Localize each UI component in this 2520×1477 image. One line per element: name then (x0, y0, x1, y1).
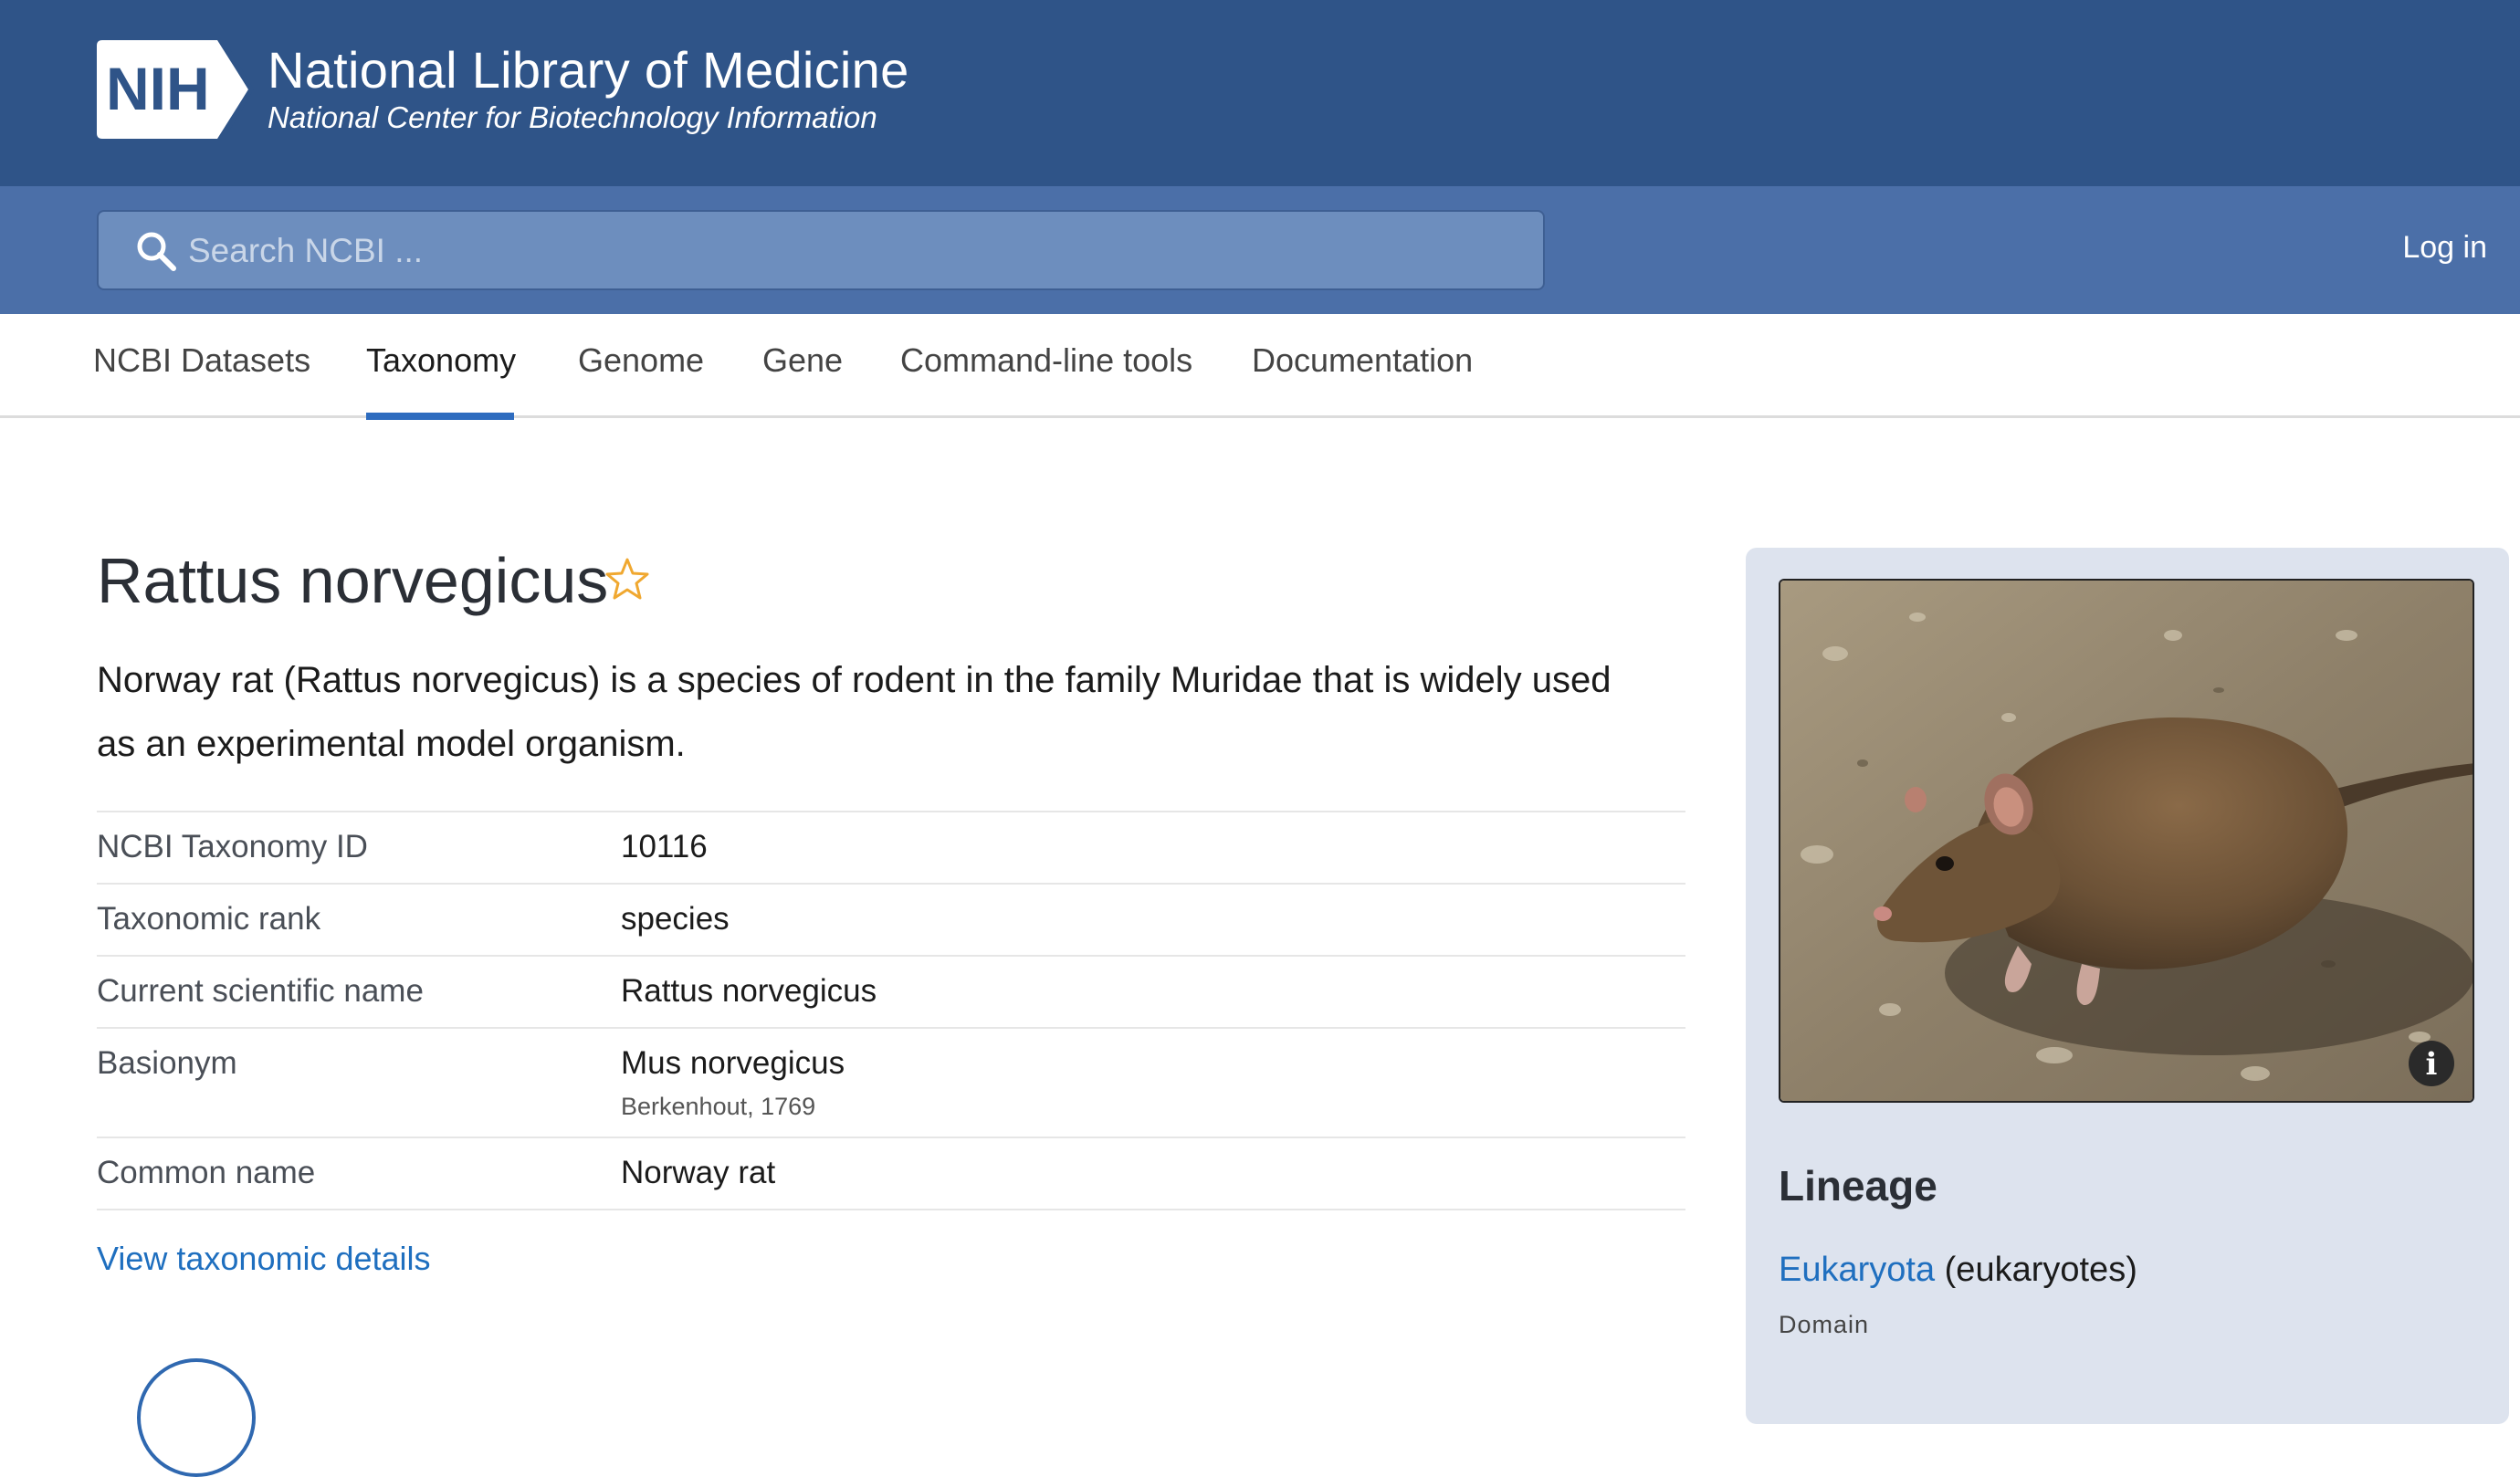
organism-description: Norway rat (Rattus norvegicus) is a spec… (97, 660, 1612, 764)
fact-value: Rattus norvegicus (621, 973, 877, 1009)
site-title[interactable]: National Library of Medicine (268, 40, 909, 100)
lineage-common-name: (eukaryotes) (1944, 1251, 2137, 1289)
image-info-icon[interactable]: i (2409, 1041, 2454, 1086)
tab-genome[interactable]: Genome (578, 341, 704, 380)
nav-tabs: NCBI Datasets Taxonomy Genome Gene Comma… (0, 314, 2520, 420)
fact-subvalue: Berkenhout, 1769 (621, 1093, 816, 1120)
side-panel: i Lineage Eukaryota (eukaryotes) Domain (1746, 548, 2509, 1424)
nih-logo-text: NIH (106, 55, 210, 122)
site-header: NIH National Library of Medicine Nationa… (0, 0, 2520, 186)
tab-taxonomy[interactable]: Taxonomy (366, 341, 516, 380)
circle-graphic (137, 1358, 256, 1477)
rat-photo (1780, 581, 2473, 1101)
lineage-item: Eukaryota (eukaryotes) (1779, 1251, 2137, 1290)
fact-value: 10116 (621, 829, 708, 864)
lineage-rank: Domain (1779, 1311, 1870, 1338)
fact-label: Current scientific name (97, 973, 424, 1009)
active-tab-indicator (366, 413, 514, 420)
view-taxonomic-details-link[interactable]: View taxonomic details (97, 1240, 431, 1278)
fact-label: Taxonomic rank (97, 901, 321, 937)
tab-command-line-tools[interactable]: Command-line tools (900, 341, 1192, 380)
search-band: Log in (0, 186, 2520, 314)
nih-logo[interactable]: NIH (97, 40, 254, 139)
search-icon (137, 232, 176, 271)
tab-ncbi-datasets[interactable]: NCBI Datasets (93, 341, 310, 380)
table-row: NCBI Taxonomy ID 10116 (97, 811, 1685, 883)
tab-gene[interactable]: Gene (762, 341, 843, 380)
lineage-link-eukaryota[interactable]: Eukaryota (1779, 1251, 1935, 1289)
lineage-heading: Lineage (1779, 1162, 1937, 1210)
favorite-star-icon[interactable] (604, 557, 650, 602)
table-row: Taxonomic rank species (97, 883, 1685, 955)
organism-image[interactable]: i (1779, 579, 2474, 1103)
table-row: Current scientific name Rattus norvegicu… (97, 955, 1685, 1027)
search-input[interactable] (188, 225, 1503, 278)
fact-value: species (621, 901, 730, 937)
fact-value: Mus norvegicus (621, 1045, 845, 1081)
tab-documentation[interactable]: Documentation (1252, 341, 1473, 380)
site-subtitle: National Center for Biotechnology Inform… (268, 100, 877, 134)
fact-label: NCBI Taxonomy ID (97, 829, 368, 864)
page-title: Rattus norvegicus (97, 545, 609, 616)
login-link[interactable]: Log in (2402, 230, 2487, 266)
search-box[interactable] (97, 210, 1545, 290)
fact-label: Common name (97, 1155, 316, 1190)
fact-value: Norway rat (621, 1155, 776, 1190)
table-row: Basionym Mus norvegicus Berkenhout, 1769 (97, 1027, 1685, 1137)
facts-table: NCBI Taxonomy ID 10116 Taxonomic rank sp… (97, 811, 1685, 1210)
fact-label: Basionym (97, 1045, 237, 1081)
table-row: Common name Norway rat (97, 1137, 1685, 1210)
